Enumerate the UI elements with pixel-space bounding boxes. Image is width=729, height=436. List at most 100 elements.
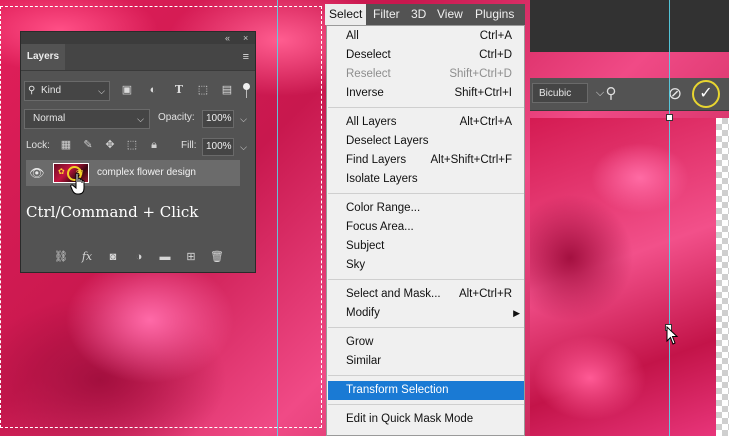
smart-object-filter-icon[interactable]: ▤ <box>219 82 235 98</box>
menu-item-reselect[interactable]: Reselect Shift+Ctrl+D <box>328 65 524 84</box>
layer-item[interactable]: 👁︎ ✿ ❀ complex flower design <box>26 160 240 195</box>
menu-item-shortcut: Ctrl+A <box>479 30 512 42</box>
menu-view[interactable]: View <box>433 4 467 25</box>
new-layer-icon[interactable]: ⊞ <box>183 249 199 265</box>
menu-filter[interactable]: Filter <box>369 4 404 25</box>
hand-cursor-icon <box>70 172 85 195</box>
lock-artboard-icon[interactable]: ⬚ <box>125 138 139 152</box>
menu-item-shortcut: Shift+Ctrl+I <box>454 87 512 99</box>
layers-panel-footer: ⛓︎ fx ◙ ◑ ▬ ⊞ 🗑︎ <box>21 242 255 272</box>
menu-item-inverse[interactable]: Inverse Shift+Ctrl+I <box>328 84 524 103</box>
menu-item-modify[interactable]: Modify ▶ <box>328 304 524 323</box>
menu-select[interactable]: Select <box>325 4 367 25</box>
blend-row: Normal ⌵ Opacity: 100% ⌵ <box>21 107 255 131</box>
menu-item-shortcut: Ctrl+D <box>479 49 512 61</box>
menu-item-label: Reselect <box>346 68 391 80</box>
menu-item-focus-area[interactable]: Focus Area... <box>328 218 524 237</box>
menu-bar: Select Filter 3D View Plugins <box>325 4 525 25</box>
menu-item-label: Color Range... <box>346 202 421 214</box>
lock-transparent-icon[interactable]: ▦ <box>59 138 73 152</box>
blend-mode-label: Normal <box>33 113 66 124</box>
opacity-input[interactable]: 100% <box>202 110 234 128</box>
filter-kind-select[interactable]: ⚲ Kind ⌵ <box>24 81 110 101</box>
menu-item-subject[interactable]: Subject <box>328 237 524 256</box>
adjustment-layer-icon[interactable]: ◑ <box>131 249 147 265</box>
menu-item-grow[interactable]: Grow <box>328 333 524 352</box>
guide-line[interactable] <box>669 0 670 436</box>
interpolation-select[interactable]: Bicubic <box>532 83 588 103</box>
menu-item-label: Similar <box>346 355 382 367</box>
lock-all-icon[interactable]: 🔒︎ <box>147 138 161 152</box>
menu-item-select-and-mask[interactable]: Select and Mask... Alt+Ctrl+R <box>328 285 524 304</box>
transparency-checkerboard <box>716 118 729 436</box>
collapse-panel-icon[interactable]: « <box>225 32 230 44</box>
pixel-filter-icon[interactable]: ▣ <box>119 82 135 98</box>
menu-3d[interactable]: 3D <box>407 4 430 25</box>
shape-filter-icon[interactable]: ⬚ <box>195 82 211 98</box>
menu-separator <box>328 279 524 280</box>
type-filter-icon[interactable]: T <box>171 82 187 98</box>
canvas-image-right[interactable] <box>530 118 716 436</box>
layer-name[interactable]: complex flower design <box>97 160 196 186</box>
menu-item-label: Sky <box>346 259 366 271</box>
instruction-caption: Ctrl/Command + Click <box>26 203 199 221</box>
add-mask-icon[interactable]: ◙ <box>105 249 121 265</box>
link-layers-icon[interactable]: ⛓︎ <box>53 249 69 265</box>
commit-transform-icon[interactable]: ✓ <box>692 80 720 108</box>
layer-filter-row: ⚲ Kind ⌵ ▣ ◐ T ⬚ ▤ <box>21 79 255 103</box>
lock-position-icon[interactable]: ✥ <box>103 138 117 152</box>
menu-separator <box>328 193 524 194</box>
menu-item-label: Subject <box>346 240 385 252</box>
fill-label: Fill: <box>181 140 197 151</box>
menu-item-shortcut: Alt+Ctrl+R <box>458 288 512 300</box>
layers-panel: « × Layers ≡ ⚲ Kind ⌵ ▣ ◐ T ⬚ ▤ Normal ⌵… <box>20 31 256 273</box>
menu-item-edit-in-quick-mask-mode[interactable]: Edit in Quick Mask Mode <box>328 410 524 429</box>
submenu-arrow-icon: ▶ <box>513 308 520 318</box>
menu-item-all[interactable]: All Ctrl+A <box>328 27 524 46</box>
transform-handle[interactable] <box>666 114 673 121</box>
chevron-down-icon: ⌵ <box>137 114 144 124</box>
options-bar: Bicubic ⌵ ⚲ ⊘ ✓ <box>530 78 729 111</box>
menu-item-deselect[interactable]: Deselect Ctrl+D <box>328 46 524 65</box>
select-menu-dropdown: All Ctrl+A Deselect Ctrl+D Reselect Shift+Ctr… <box>326 25 525 436</box>
menu-item-all-layers[interactable]: All Layers Alt+Ctrl+A <box>328 113 524 132</box>
menu-item-deselect-layers[interactable]: Deselect Layers <box>328 132 524 151</box>
eye-icon[interactable]: 👁︎ <box>29 165 45 181</box>
menu-item-find-layers[interactable]: Find Layers Alt+Shift+Ctrl+F <box>328 151 524 170</box>
menu-item-sky[interactable]: Sky <box>328 256 524 275</box>
menu-item-similar[interactable]: Similar <box>328 352 524 371</box>
workspace-background <box>530 0 729 52</box>
chevron-down-icon[interactable]: ⌵ <box>237 110 250 128</box>
folder-icon[interactable]: ▬ <box>157 249 173 265</box>
fx-icon[interactable]: fx <box>79 249 95 265</box>
chevron-down-icon[interactable]: ⌵ <box>237 138 250 156</box>
opacity-label: Opacity: <box>158 112 195 123</box>
lock-image-icon[interactable]: ✎ <box>81 138 95 152</box>
lock-row: Lock: ▦ ✎ ✥ ⬚ 🔒︎ Fill: 100% ⌵ <box>21 135 255 159</box>
filter-toggle-icon[interactable] <box>243 82 251 98</box>
cursor-arrow-icon <box>666 326 679 345</box>
menu-item-isolate-layers[interactable]: Isolate Layers <box>328 170 524 189</box>
panel-menu-icon[interactable]: ≡ <box>243 51 249 63</box>
menu-item-color-range[interactable]: Color Range... <box>328 199 524 218</box>
menu-item-transform-selection[interactable]: Transform Selection <box>328 381 524 400</box>
menu-plugins[interactable]: Plugins <box>471 4 518 25</box>
blend-mode-select[interactable]: Normal ⌵ <box>24 109 150 129</box>
menu-separator <box>328 327 524 328</box>
fill-input[interactable]: 100% <box>202 138 234 156</box>
trash-icon[interactable]: 🗑︎ <box>209 249 225 265</box>
search-icon: ⚲ <box>28 85 36 96</box>
lock-label: Lock: <box>26 140 50 151</box>
menu-item-label: Modify <box>346 307 380 319</box>
menu-separator <box>328 375 524 376</box>
menu-item-label: Grow <box>346 336 374 348</box>
menu-separator <box>328 404 524 405</box>
adjustment-filter-icon[interactable]: ◐ <box>145 82 161 98</box>
menu-item-label: Deselect <box>346 49 391 61</box>
warp-mode-icon[interactable]: ⚲ <box>600 83 622 105</box>
menu-item-shortcut: Alt+Shift+Ctrl+F <box>430 154 513 166</box>
cancel-transform-icon[interactable]: ⊘ <box>664 83 686 105</box>
close-panel-icon[interactable]: × <box>243 32 248 44</box>
tab-layers[interactable]: Layers <box>21 44 65 70</box>
menu-item-shortcut: Alt+Ctrl+A <box>459 116 512 128</box>
